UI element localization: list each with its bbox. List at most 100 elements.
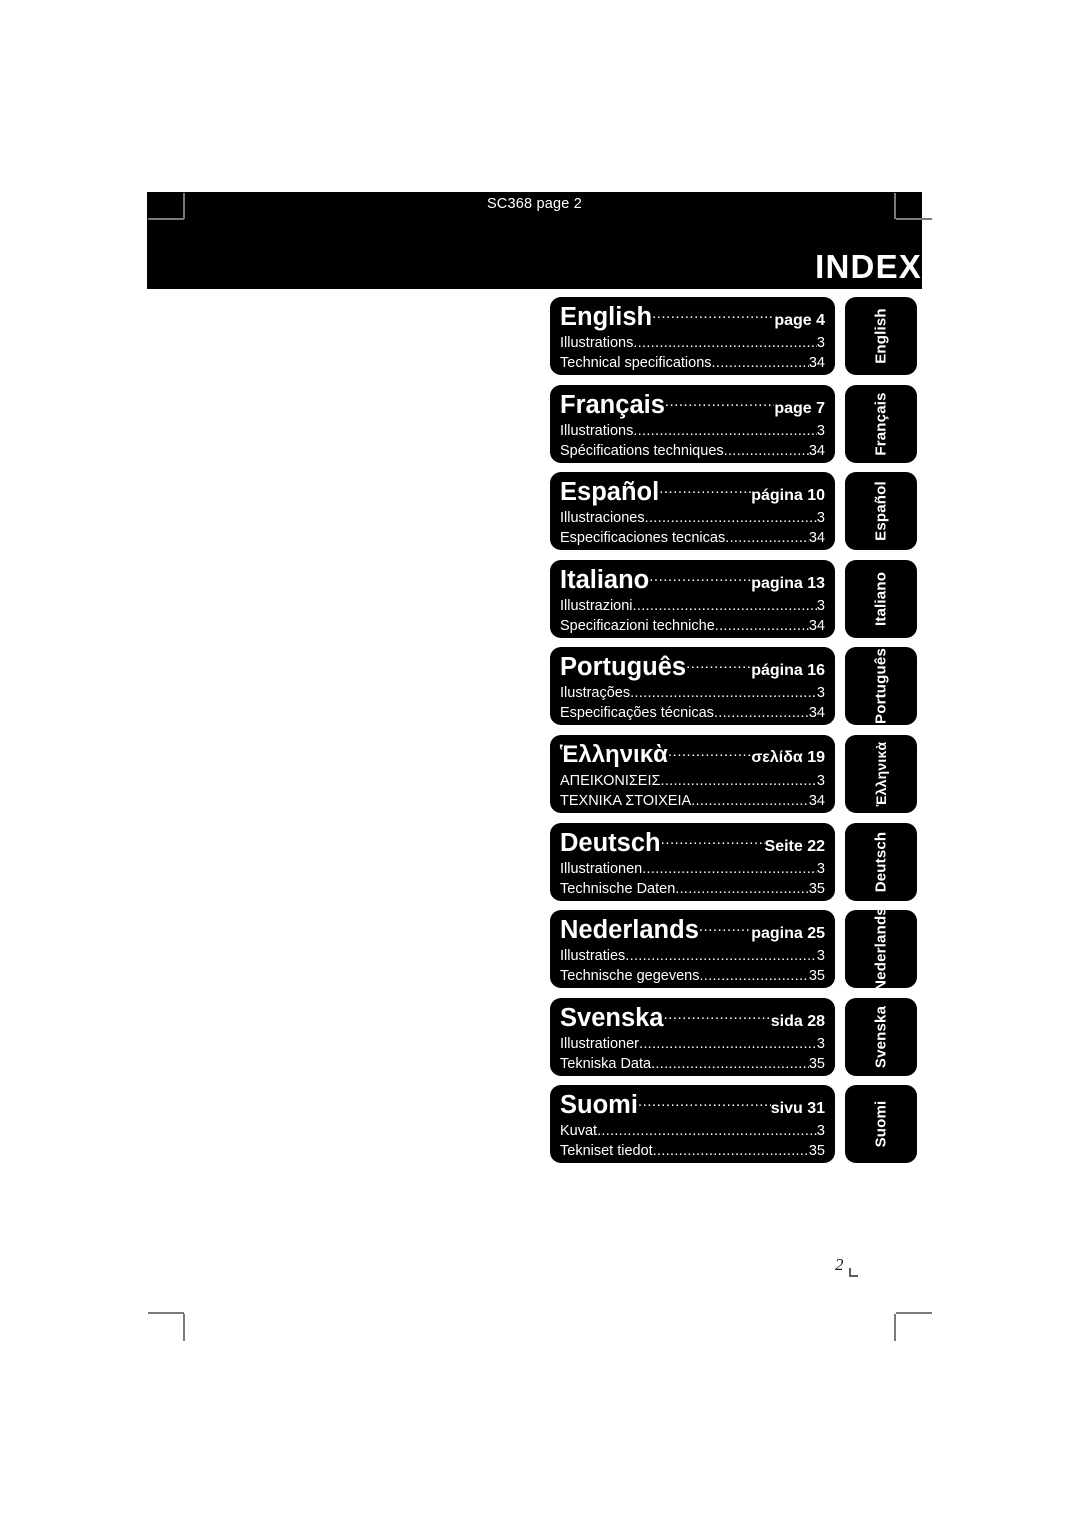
list-item: Deutsch Seite 22 Illustrationen 3 Techni…: [550, 822, 920, 901]
language-card-portugues[interactable]: Português página 16 Ilustrações 3 Especi…: [550, 647, 835, 726]
leader-dots: [699, 912, 751, 942]
leader-dots: [699, 966, 808, 986]
language-name: Deutsch: [560, 828, 661, 857]
language-card-heading: Español página 10: [560, 477, 825, 508]
leader-dots: [651, 1054, 809, 1074]
leader-dots: [659, 474, 751, 504]
crop-mark-top-left-horizontal: [148, 218, 184, 220]
running-head: SC368 page 2: [486, 196, 583, 212]
sub-entry: Illustrationen 3: [560, 859, 825, 879]
language-name: Português: [560, 653, 687, 682]
language-card-heading: Italiano pagina 13: [560, 565, 825, 596]
leader-dots: [642, 859, 817, 879]
language-name: Nederlands: [560, 916, 699, 945]
side-tab-francais[interactable]: Français: [845, 384, 917, 463]
sub-entry: ΤΕΧΝΙΚΑ ΣΤΟΙΧΕΙΑ 34: [560, 791, 825, 811]
side-tab-label: Ἑλληνικὰ: [873, 741, 889, 807]
sub-entry-label: Technical specifications: [560, 355, 712, 371]
leader-dots: [633, 421, 817, 441]
crop-mark-bottom-right-vertical: [894, 1314, 896, 1341]
leader-dots: [714, 703, 809, 723]
sub-entry-label: Illustrationer: [560, 1035, 639, 1052]
language-page-ref: sivu 31: [770, 1100, 825, 1118]
side-tab-label: Deutsch: [872, 831, 890, 892]
leader-dots: [625, 946, 817, 966]
list-item: Ἑλληνικὰ σελίδα 19 ΑΠΕΙΚΟΝΙΣΕΙΣ 3 ΤΕΧΝΙΚ…: [550, 734, 920, 813]
side-tab-deutsch[interactable]: Deutsch: [845, 822, 917, 901]
sub-entry-page: 3: [816, 860, 825, 877]
language-card-deutsch[interactable]: Deutsch Seite 22 Illustrationen 3 Techni…: [550, 822, 835, 901]
leader-dots: [725, 528, 809, 548]
sub-entry-page: 34: [808, 355, 825, 371]
leader-dots: [652, 299, 774, 329]
language-page-ref: página 10: [751, 487, 825, 505]
sub-entry: Especificaciones tecnicas 34: [560, 528, 825, 548]
crop-mark-bottom-left-horizontal: [148, 1312, 184, 1314]
sub-entry-page: 35: [808, 1143, 825, 1160]
language-card-greek[interactable]: Ἑλληνικὰ σελίδα 19 ΑΠΕΙΚΟΝΙΣΕΙΣ 3 ΤΕΧΝΙΚ…: [550, 734, 835, 813]
language-page-ref: pagina 13: [751, 574, 825, 592]
side-tab-label: Français: [872, 391, 890, 456]
leader-dots: [645, 508, 817, 528]
sub-entry-page: 3: [816, 1035, 825, 1052]
language-name: Italiano: [560, 565, 650, 594]
side-tab-label: Español: [872, 481, 890, 542]
language-card-francais[interactable]: Français page 7 Illustrations 3 Spécific…: [550, 384, 835, 463]
language-name: Suomi: [560, 1091, 638, 1120]
sub-entry-page: 3: [816, 948, 825, 965]
sub-entry: Technische gegevens 35: [560, 966, 825, 986]
sub-entry-page: 34: [808, 617, 825, 634]
language-name: English: [560, 303, 653, 331]
side-tab-portugues[interactable]: Português: [845, 647, 917, 726]
language-card-italiano[interactable]: Italiano pagina 13 Illustrazioni 3 Speci…: [550, 559, 835, 638]
leader-dots: [686, 649, 751, 679]
side-tab-label: Svenska: [872, 1005, 890, 1068]
language-card-english[interactable]: English page 4 Illustrations 3 Technical…: [550, 297, 835, 375]
sub-entry: Technische Daten 35: [560, 879, 825, 899]
language-name: Svenska: [560, 1003, 664, 1032]
sub-entry: Illustraties 3: [560, 946, 825, 966]
language-card-espanol[interactable]: Español página 10 Illustraciones 3 Espec…: [550, 472, 835, 551]
list-item: Français page 7 Illustrations 3 Spécific…: [550, 384, 920, 463]
folio-page-number: 2: [835, 1255, 844, 1274]
language-card-nederlands[interactable]: Nederlands pagina 25 Illustraties 3 Tech…: [550, 910, 835, 989]
leader-dots: [712, 353, 809, 373]
sub-entry-label: Specificazioni techniche: [560, 617, 715, 634]
language-card-heading: Français page 7: [560, 390, 825, 421]
side-tab-english[interactable]: English: [845, 297, 917, 375]
language-page-ref: page 7: [774, 399, 825, 417]
sub-entry: Tekniska Data 35: [560, 1054, 825, 1074]
side-tab-nederlands[interactable]: Nederlands: [845, 910, 917, 989]
leader-dots: [633, 333, 817, 353]
leader-dots: [653, 1141, 809, 1161]
language-card-heading: Suomi sivu 31: [560, 1090, 825, 1121]
sub-entry-page: 3: [816, 422, 825, 439]
sub-entry-label: Especificações técnicas: [560, 705, 714, 722]
sub-entry: ΑΠΕΙΚΟΝΙΣΕΙΣ 3: [560, 771, 825, 791]
sub-entry: Illustrations 3: [560, 333, 825, 353]
side-tab-svenska[interactable]: Svenska: [845, 997, 917, 1076]
crop-mark-bottom-right-horizontal: [896, 1312, 932, 1314]
leader-dots: [639, 1034, 817, 1054]
side-tab-espanol[interactable]: Español: [845, 472, 917, 551]
sub-entry: Spécifications techniques 34: [560, 441, 825, 461]
side-tab-greek[interactable]: Ἑλληνικὰ: [845, 734, 917, 813]
sub-entry-page: 35: [808, 880, 825, 897]
sub-entry: Kuvat 3: [560, 1121, 825, 1141]
side-tab-suomi[interactable]: Suomi: [845, 1085, 917, 1164]
sub-entry-label: Illustrations: [560, 335, 634, 351]
sub-entry: Illustrazioni 3: [560, 596, 825, 616]
language-page-ref: sida 28: [770, 1012, 825, 1030]
language-card-suomi[interactable]: Suomi sivu 31 Kuvat 3 Tekniset tiedot 35: [550, 1085, 835, 1164]
language-card-svenska[interactable]: Svenska sida 28 Illustrationer 3 Teknisk…: [550, 997, 835, 1076]
language-name: Ἑλληνικὰ: [560, 740, 668, 768]
leader-dots: [649, 562, 751, 592]
language-name: Español: [560, 478, 660, 507]
sub-entry: Illustraciones 3: [560, 508, 825, 528]
side-tab-label: Português: [872, 648, 890, 725]
sub-entry: Illustrations 3: [560, 421, 825, 441]
sub-entry: Ilustrações 3: [560, 683, 825, 703]
side-tab-italiano[interactable]: Italiano: [845, 559, 917, 638]
sub-entry-label: Technische gegevens: [560, 968, 700, 985]
sub-entry-label: Technische Daten: [560, 880, 676, 897]
